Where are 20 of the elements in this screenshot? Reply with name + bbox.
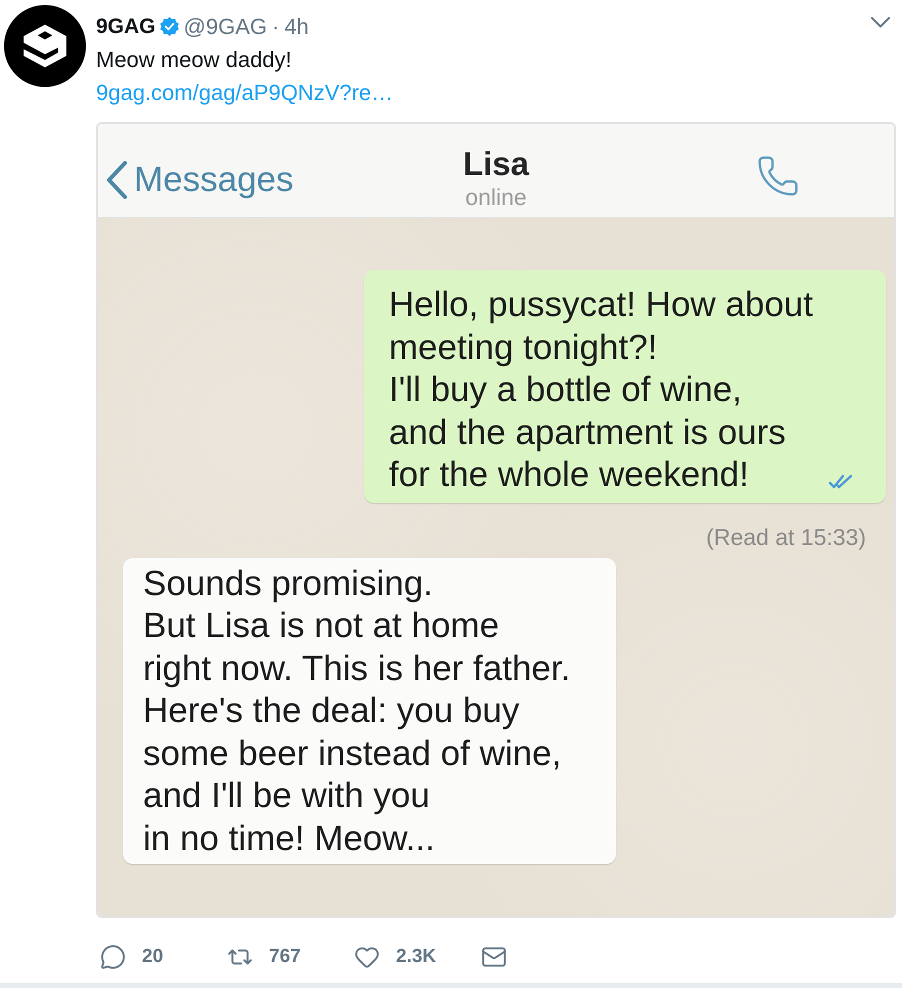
caret-icon[interactable] [871, 17, 890, 28]
contact-status: online [465, 182, 527, 210]
read-receipt-text: (Read at 15:33) [706, 524, 866, 548]
message-text: Sounds promising. But Lisa is not at home right now. This is her father. Here's the deal: you buy some beer instead of wine, and I'll be with you in no time! Meow... [143, 562, 570, 860]
separator-dot: · [272, 14, 280, 40]
reply-button[interactable]: 20 [100, 942, 227, 972]
phone-icon[interactable] [756, 154, 800, 198]
author-handle: @9GAG [184, 14, 267, 40]
message-text: Hello, pussycat! How about meeting tonight?! I'll buy a bottle of wine, and the apartment is ours for the whole weekend! [388, 284, 813, 496]
tweet-time[interactable]: 4h [284, 14, 309, 40]
back-button[interactable]: Messages [106, 160, 294, 200]
speech-bubble-icon [100, 944, 126, 970]
chevron-left-icon [106, 160, 128, 198]
contact-name: Lisa [462, 144, 530, 182]
author-name[interactable]: 9GAG [96, 14, 156, 38]
like-button[interactable]: 2.3K [354, 942, 481, 972]
retweet-button[interactable]: 767 [227, 942, 354, 972]
tweet-link[interactable]: 9gag.com/gag/aP9QNzV?re… [96, 76, 394, 109]
tweet-text: Meow meow daddy! [96, 46, 293, 74]
avatar-logo-icon[interactable] [4, 5, 86, 87]
